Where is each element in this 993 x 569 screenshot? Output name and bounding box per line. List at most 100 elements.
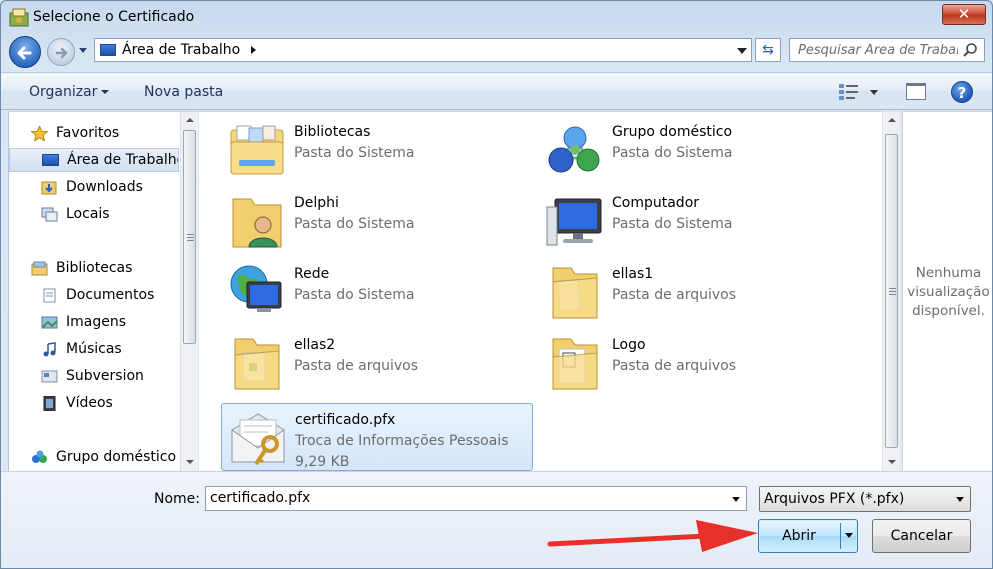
search-icon[interactable] [962, 42, 978, 58]
close-button[interactable]: ✕ [942, 4, 986, 25]
nav-videos[interactable]: Vídeos [9, 392, 179, 416]
content-scrollbar[interactable] [882, 112, 900, 471]
list-item[interactable]: Delphi Pasta do Sistema [221, 187, 533, 255]
address-bar[interactable]: Área de Trabalho [94, 38, 752, 62]
nav-documents[interactable]: Documentos [9, 284, 179, 308]
star-icon [31, 126, 48, 141]
organize-label: Organizar [29, 84, 98, 100]
chevron-down-icon [956, 497, 964, 502]
new-folder-button[interactable]: Nova pasta [144, 84, 223, 100]
address-history-dropdown[interactable] [737, 48, 747, 54]
recent-places-icon [41, 207, 58, 222]
forward-button[interactable] [47, 38, 75, 66]
homegroup-icon [548, 126, 600, 173]
folder-icon [234, 338, 280, 390]
list-item[interactable]: Bibliotecas Pasta do Sistema [221, 116, 533, 184]
list-item[interactable]: Logo Pasta de arquivos [539, 329, 851, 397]
file-name-label: Nome: [154, 491, 201, 507]
split-divider [840, 523, 841, 549]
cancel-button[interactable]: Cancelar [872, 519, 971, 553]
documents-icon [43, 288, 56, 303]
arrow-right-icon [55, 47, 68, 59]
nav-places-label: Locais [66, 206, 110, 222]
back-button[interactable] [9, 36, 41, 68]
file-type-value: Arquivos PFX (*.pfx) [764, 491, 905, 507]
scroll-thumb[interactable] [183, 130, 196, 344]
nav-downloads-label: Downloads [66, 179, 143, 195]
certificate-icon [231, 413, 285, 466]
file-name-dropdown[interactable] [732, 497, 740, 502]
recent-pages-dropdown[interactable] [79, 48, 87, 53]
nav-videos-label: Vídeos [66, 395, 113, 411]
chevron-down-icon [101, 90, 110, 94]
nav-music-label: Músicas [66, 341, 122, 357]
item-size: 9,29 KB [295, 454, 350, 470]
open-options-dropdown[interactable] [845, 533, 853, 538]
nav-places[interactable]: Locais [9, 203, 179, 227]
subversion-icon [41, 370, 58, 383]
nav-subversion[interactable]: Subversion [9, 365, 179, 389]
scroll-down-arrow[interactable] [883, 453, 900, 470]
nav-libraries[interactable]: Bibliotecas [9, 257, 179, 281]
list-item[interactable]: ellas1 Pasta de arquivos [539, 258, 851, 326]
nav-scrollbar[interactable] [180, 112, 198, 471]
nav-images-label: Imagens [66, 314, 127, 330]
organize-menu[interactable]: Organizar [29, 84, 110, 100]
scroll-down-arrow[interactable] [181, 453, 198, 470]
preview-pane: Nenhuma visualização disponível. [902, 111, 992, 471]
nav-homegroup[interactable]: Grupo doméstico [9, 446, 179, 470]
list-item-selected[interactable]: certificado.pfx Troca de Informações Pes… [221, 403, 533, 471]
item-name: Computador [612, 195, 700, 211]
item-name: Grupo doméstico [612, 124, 733, 140]
homegroup-icon [32, 450, 47, 463]
scroll-thumb[interactable] [885, 134, 898, 448]
scroll-up-arrow[interactable] [181, 112, 198, 129]
help-icon[interactable]: ? [951, 81, 973, 103]
item-name: ellas1 [612, 266, 654, 282]
nav-music[interactable]: Músicas [9, 338, 179, 362]
open-button[interactable]: Abrir [758, 519, 858, 553]
annotation-arrow [547, 520, 758, 552]
breadcrumb-chevron-icon[interactable] [251, 46, 256, 54]
file-name-input[interactable] [210, 490, 710, 506]
preview-pane-toggle[interactable] [906, 83, 926, 100]
network-icon [230, 265, 282, 312]
views-dropdown[interactable] [870, 90, 878, 95]
nav-images[interactable]: Imagens [9, 311, 179, 335]
navigation-pane: Favoritos Área de Trabalho Downloads Loc… [8, 111, 198, 471]
item-name: Logo [612, 337, 646, 353]
dialog-footer: Nome: Arquivos PFX (*.pfx) Abrir Cancela… [1, 471, 992, 568]
command-bar: Organizar Nova pasta ? [1, 72, 992, 110]
views-icon[interactable] [839, 83, 859, 101]
app-icon [9, 8, 29, 27]
nav-downloads[interactable]: Downloads [9, 176, 179, 200]
nav-homegroup-label: Grupo doméstico [56, 449, 177, 465]
file-name-field[interactable] [205, 486, 747, 511]
list-item[interactable]: ellas2 Pasta de arquivos [221, 329, 533, 397]
item-name: certificado.pfx [295, 412, 396, 428]
list-item[interactable]: Computador Pasta do Sistema [539, 187, 851, 255]
nav-desktop[interactable]: Área de Trabalho [9, 148, 179, 172]
file-type-select[interactable]: Arquivos PFX (*.pfx) [759, 486, 971, 512]
item-type: Pasta do Sistema [612, 145, 733, 161]
downloads-folder-icon [41, 181, 57, 195]
item-name: Bibliotecas [294, 124, 371, 140]
item-type: Pasta do Sistema [294, 216, 415, 232]
item-type: Troca de Informações Pessoais [295, 433, 509, 449]
search-box[interactable]: Pesquisar Área de Trabalho [789, 38, 985, 62]
scroll-up-arrow[interactable] [883, 112, 900, 129]
nav-documents-label: Documentos [66, 287, 155, 303]
search-input[interactable]: Pesquisar Área de Trabalho [798, 43, 958, 58]
nav-libraries-label: Bibliotecas [56, 260, 133, 276]
address-path[interactable]: Área de Trabalho [122, 42, 240, 58]
refresh-button[interactable]: ⇆ [755, 38, 781, 62]
desktop-icon [100, 44, 116, 56]
item-name: Rede [294, 266, 330, 282]
videos-icon [43, 396, 56, 411]
images-icon [41, 316, 58, 329]
folder-icon [552, 267, 598, 319]
list-item[interactable]: Rede Pasta do Sistema [221, 258, 533, 326]
list-item[interactable]: Grupo doméstico Pasta do Sistema [539, 116, 851, 184]
window-title: Selecione o Certificado [33, 9, 195, 25]
nav-favorites[interactable]: Favoritos [9, 122, 179, 146]
